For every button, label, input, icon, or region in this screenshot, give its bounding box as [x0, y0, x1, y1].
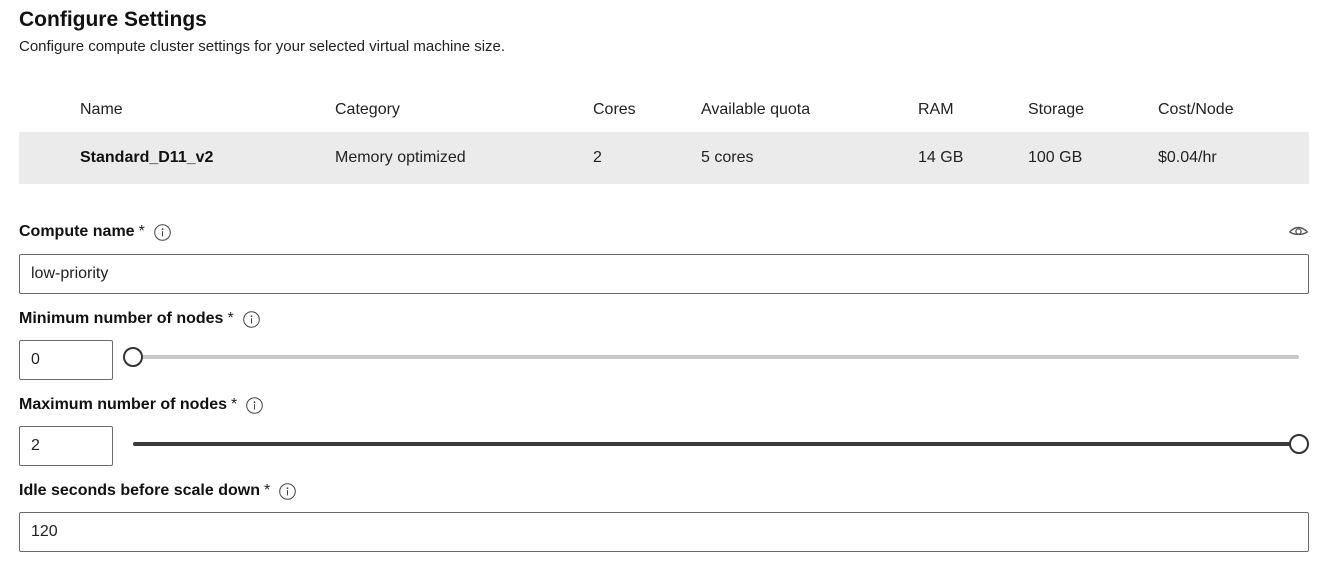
info-icon[interactable] [154, 223, 171, 241]
slider-fill [133, 442, 1299, 446]
vm-category-cell: Memory optimized [335, 149, 466, 166]
eye-icon[interactable] [1288, 224, 1309, 240]
vm-cost-cell: $0.04/hr [1158, 149, 1217, 166]
idle-seconds-label: Idle seconds before scale down * [19, 482, 297, 500]
required-marker: * [263, 482, 271, 499]
vm-storage-cell: 100 GB [1028, 149, 1083, 166]
idle-seconds-label-text: Idle seconds before scale down [19, 482, 260, 499]
table-row-selected-vm[interactable]: Standard_D11_v2 Memory optimized 2 5 cor… [19, 132, 1309, 184]
min-nodes-label-text: Minimum number of nodes [19, 310, 224, 327]
column-header-cost: Cost/Node [1158, 101, 1234, 118]
column-header-storage: Storage [1028, 101, 1085, 118]
required-marker: * [138, 223, 145, 240]
slider-thumb[interactable] [1289, 434, 1309, 454]
vm-ram-cell: 14 GB [918, 149, 964, 166]
min-nodes-slider[interactable] [123, 347, 1299, 367]
column-header-category: Category [335, 101, 400, 118]
vm-cores-cell: 2 [593, 149, 602, 166]
column-header-ram: RAM [918, 101, 954, 118]
page-subtitle: Configure compute cluster settings for y… [19, 38, 506, 55]
compute-name-input[interactable] [19, 254, 1309, 294]
info-icon[interactable] [246, 396, 264, 414]
max-nodes-input[interactable] [19, 426, 113, 466]
vm-quota-cell: 5 cores [701, 149, 754, 166]
required-marker: * [231, 396, 238, 413]
max-nodes-slider[interactable] [133, 434, 1309, 454]
max-nodes-label-text: Maximum number of nodes [19, 396, 228, 413]
slider-track [133, 355, 1299, 359]
compute-name-label-text: Compute name [19, 223, 135, 240]
idle-seconds-input[interactable] [19, 512, 1309, 552]
column-header-cores: Cores [593, 101, 636, 118]
min-nodes-label: Minimum number of nodes * [19, 310, 260, 328]
vm-size-table: Name Category Cores Available quota RAM … [19, 88, 1309, 184]
column-header-quota: Available quota [701, 101, 811, 118]
info-icon[interactable] [242, 310, 260, 328]
configure-settings-page: Configure Settings Configure compute clu… [0, 0, 1333, 569]
info-icon[interactable] [279, 482, 297, 500]
column-header-name: Name [80, 101, 123, 118]
compute-name-label: Compute name * [19, 223, 171, 241]
slider-thumb[interactable] [123, 347, 143, 367]
page-title: Configure Settings [19, 8, 207, 31]
min-nodes-input[interactable] [19, 340, 113, 380]
max-nodes-label: Maximum number of nodes * [19, 396, 264, 414]
table-header: Name Category Cores Available quota RAM … [19, 88, 1309, 132]
vm-name-cell: Standard_D11_v2 [80, 149, 214, 166]
required-marker: * [227, 310, 234, 327]
